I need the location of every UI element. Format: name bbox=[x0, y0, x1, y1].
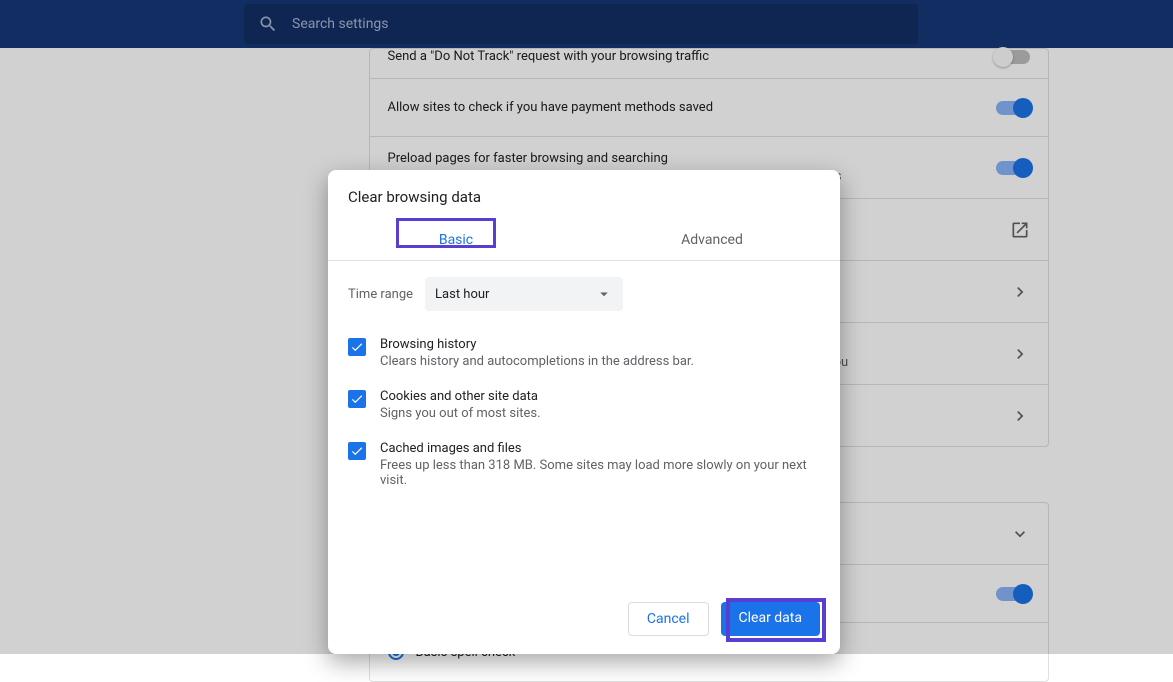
checkbox-icon[interactable] bbox=[348, 338, 366, 356]
time-range-select[interactable]: Last hour bbox=[425, 277, 623, 311]
option-browsing-history[interactable]: Browsing history Clears history and auto… bbox=[328, 327, 840, 379]
dialog-tabs: Basic Advanced bbox=[328, 222, 840, 261]
tab-advanced[interactable]: Advanced bbox=[584, 222, 840, 260]
option-cache[interactable]: Cached images and files Frees up less th… bbox=[328, 431, 840, 498]
option-subtitle: Signs you out of most sites. bbox=[380, 406, 541, 421]
cancel-button[interactable]: Cancel bbox=[628, 602, 709, 636]
time-range-value: Last hour bbox=[435, 287, 489, 302]
time-range-label: Time range bbox=[348, 287, 413, 302]
dropdown-icon bbox=[595, 285, 613, 303]
tab-basic[interactable]: Basic bbox=[328, 222, 584, 260]
option-title: Cookies and other site data bbox=[380, 389, 541, 404]
option-subtitle: Clears history and autocompletions in th… bbox=[380, 354, 694, 369]
clear-data-button[interactable]: Clear data bbox=[721, 602, 820, 636]
clear-browsing-data-dialog: Clear browsing data Basic Advanced Time … bbox=[328, 170, 840, 654]
option-subtitle: Frees up less than 318 MB. Some sites ma… bbox=[380, 458, 820, 488]
checkbox-icon[interactable] bbox=[348, 442, 366, 460]
checkbox-icon[interactable] bbox=[348, 390, 366, 408]
option-title: Cached images and files bbox=[380, 441, 820, 456]
dialog-title: Clear browsing data bbox=[328, 170, 840, 222]
option-title: Browsing history bbox=[380, 337, 694, 352]
option-cookies[interactable]: Cookies and other site data Signs you ou… bbox=[328, 379, 840, 431]
